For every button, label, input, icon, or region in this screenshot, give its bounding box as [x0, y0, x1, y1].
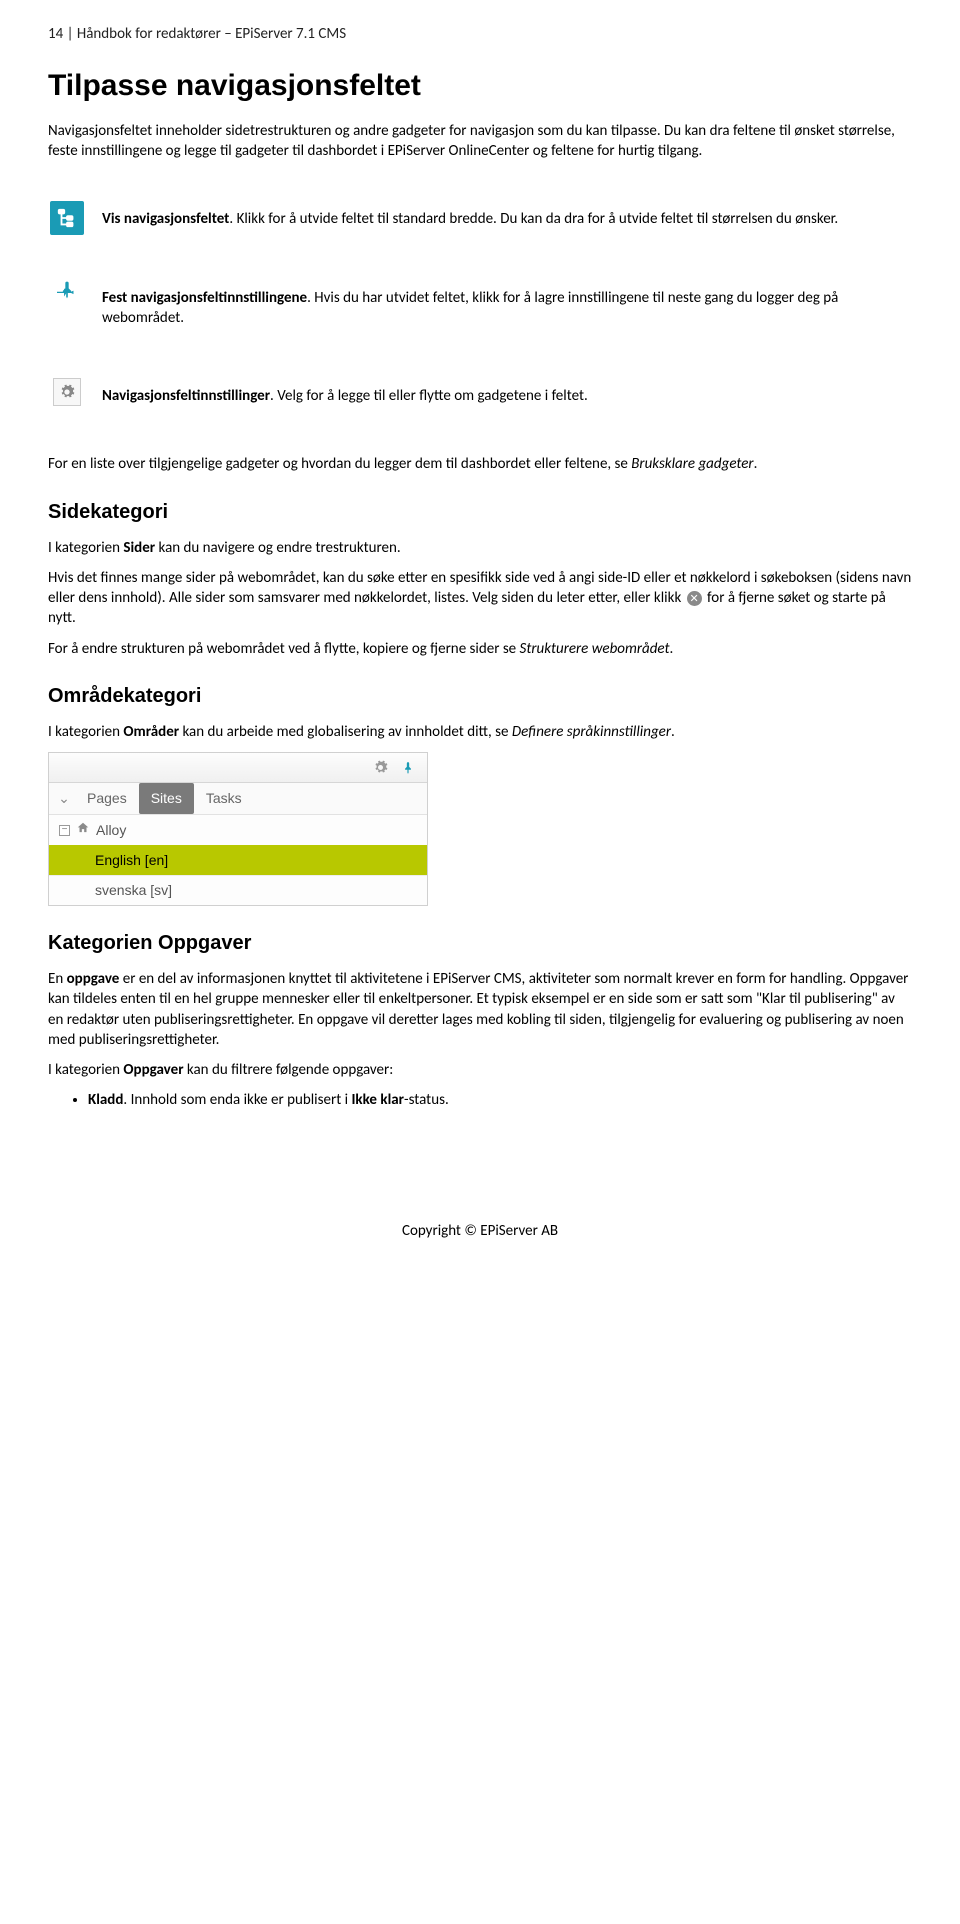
- feature-row-pin: Fest navigasjonsfeltinnstillingene. Hvis…: [48, 278, 912, 339]
- clear-search-icon: ✕: [687, 591, 702, 606]
- tree-child-label: svenska [sv]: [95, 881, 172, 900]
- gadgets-link: Bruksklare gadgeter: [631, 455, 753, 473]
- pin-label: Fest navigasjonsfeltinnstillingene: [102, 289, 307, 307]
- gear-icon: [53, 378, 81, 406]
- panel-toolbar: [49, 753, 427, 783]
- panel-pin-icon[interactable]: [397, 757, 419, 779]
- intro-paragraph: Navigasjonsfeltet inneholder sidetrestru…: [48, 121, 912, 162]
- gadgets-paragraph: For en liste over tilgjengelige gadgeter…: [48, 454, 912, 474]
- task-filter-list: Kladd. Innhold som enda ikke er publiser…: [88, 1090, 912, 1110]
- opp-p1: En oppgave er en del av informasjonen kn…: [48, 969, 912, 1050]
- tree-child-en[interactable]: English [en]: [49, 845, 427, 875]
- panel-gear-icon[interactable]: [369, 757, 391, 779]
- settings-desc: . Velg for å legge til eller flytte om g…: [270, 387, 588, 405]
- home-icon: [76, 821, 90, 840]
- pin-icon: [57, 280, 77, 306]
- feature-row-show-nav: Vis navigasjonsfeltet. Klikk for å utvid…: [48, 199, 912, 239]
- settings-label: Navigasjonsfeltinnstillinger: [102, 387, 270, 405]
- page-title: Tilpasse navigasjonsfeltet: [48, 66, 912, 107]
- list-item: Kladd. Innhold som enda ikke er publiser…: [88, 1090, 912, 1110]
- show-nav-desc: . Klikk for å utvide feltet til standard…: [229, 210, 838, 228]
- copyright: Copyright © EPiServer AB: [48, 1221, 912, 1241]
- chevron-down-icon[interactable]: ⌄: [53, 789, 75, 808]
- tree-root-label: Alloy: [96, 821, 126, 840]
- heading-oppgaver: Kategorien Oppgaver: [48, 930, 912, 957]
- lang-settings-link: Definere språkinnstillinger: [512, 723, 671, 741]
- panel-tabs: ⌄ Pages Sites Tasks: [49, 783, 427, 815]
- opp-p2: I kategorien Oppgaver kan du filtrere fø…: [48, 1060, 912, 1080]
- tab-sites[interactable]: Sites: [139, 783, 194, 814]
- heading-omradekategori: Områdekategori: [48, 683, 912, 710]
- show-nav-label: Vis navigasjonsfeltet: [102, 210, 229, 228]
- feature-row-settings: Navigasjonsfeltinnstillinger. Velg for å…: [48, 376, 912, 416]
- side-p3: For å endre strukturen på webområdet ved…: [48, 639, 912, 659]
- tab-tasks[interactable]: Tasks: [194, 783, 254, 814]
- tab-pages[interactable]: Pages: [75, 783, 139, 814]
- tree-toggle-icon: [50, 201, 84, 235]
- structure-link: Strukturere webområdet: [520, 640, 670, 658]
- heading-sidekategori: Sidekategori: [48, 499, 912, 526]
- collapse-icon[interactable]: −: [59, 825, 70, 836]
- side-p2: Hvis det finnes mange sider på webområde…: [48, 568, 912, 629]
- tree-child-label: English [en]: [95, 851, 168, 870]
- page-header: 14 | Håndbok for redaktører – EPiServer …: [48, 24, 912, 44]
- tree-child-sv[interactable]: svenska [sv]: [49, 875, 427, 905]
- omr-p1: I kategorien Områder kan du arbeide med …: [48, 722, 912, 742]
- side-p1: I kategorien Sider kan du navigere og en…: [48, 538, 912, 558]
- sites-panel: ⌄ Pages Sites Tasks − Alloy English [en]…: [48, 752, 428, 906]
- tree-root-row[interactable]: − Alloy: [49, 815, 427, 845]
